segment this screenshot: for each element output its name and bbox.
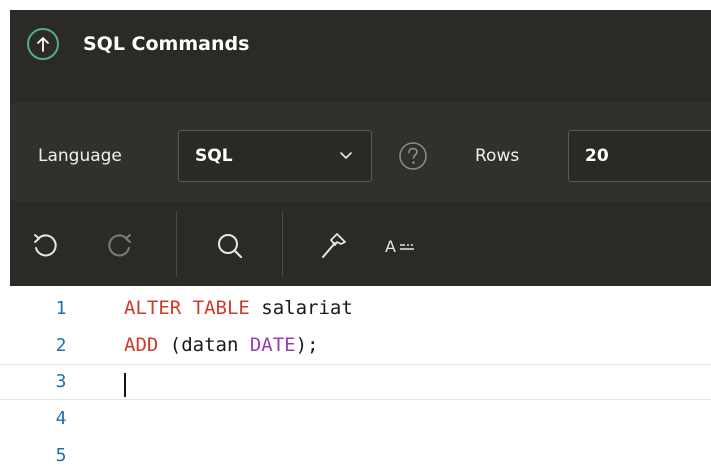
toolbar-divider — [176, 211, 177, 277]
chevron-down-icon — [339, 148, 353, 167]
autocomplete-icon[interactable]: A — [380, 226, 420, 266]
rows-label: Rows — [475, 146, 520, 166]
rows-input[interactable]: 20 — [568, 130, 711, 182]
type-token: DATE — [249, 334, 296, 356]
language-select[interactable]: SQL — [178, 130, 372, 182]
sql-editor[interactable]: 1 ALTER TABLE salariat 2 ADD (datan DATE… — [0, 286, 711, 467]
language-select-value: SQL — [195, 146, 233, 166]
code-line-active[interactable]: 3 — [0, 364, 711, 400]
hammer-icon[interactable] — [313, 226, 353, 266]
page-header — [10, 10, 711, 103]
question-circle-icon[interactable] — [397, 140, 429, 172]
code-text: ALTER TABLE salariat — [124, 296, 353, 320]
undo-icon[interactable] — [25, 226, 65, 266]
identifier-token: salariat — [249, 297, 353, 319]
keyword-token: ALTER TABLE — [124, 297, 250, 319]
code-line[interactable]: 2 ADD (datan DATE); — [0, 328, 711, 364]
line-number: 4 — [55, 408, 67, 429]
punctuation-token: ); — [295, 334, 319, 356]
code-line[interactable]: 4 — [0, 401, 711, 437]
line-number: 5 — [55, 445, 67, 466]
search-icon[interactable] — [210, 226, 250, 266]
code-line[interactable]: 1 ALTER TABLE salariat — [0, 291, 711, 327]
sql-commands-window: SQL Commands Language SQL Rows 20 A 1 AL… — [0, 0, 711, 467]
keyword-token: ADD — [124, 334, 159, 356]
arrow-up-circle-icon[interactable] — [27, 28, 59, 60]
toolbar-divider — [282, 211, 283, 277]
code-line[interactable]: 5 — [0, 438, 711, 467]
svg-text:A: A — [385, 237, 396, 256]
line-number: 3 — [55, 371, 67, 392]
redo-icon[interactable] — [100, 226, 140, 266]
identifier-token: (datan — [158, 334, 250, 356]
language-label: Language — [38, 146, 122, 166]
line-number: 2 — [55, 335, 67, 356]
rows-input-value: 20 — [585, 146, 609, 166]
text-cursor — [124, 373, 126, 397]
page-title: SQL Commands — [83, 33, 250, 55]
code-text: ADD (datan DATE); — [124, 333, 319, 357]
line-number: 1 — [55, 298, 67, 319]
